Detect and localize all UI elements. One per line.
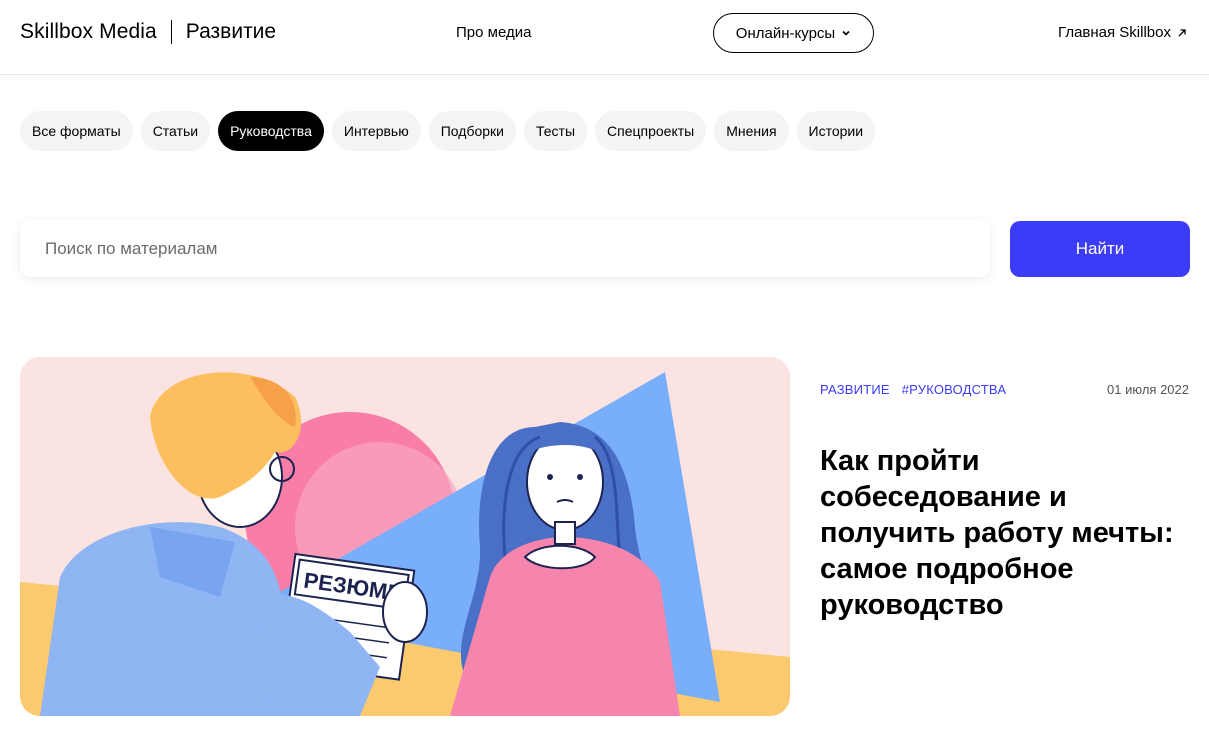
skillbox-main-link[interactable]: Главная Skillbox xyxy=(1058,24,1187,41)
search-button[interactable]: Найти xyxy=(1010,221,1190,277)
format-pill[interactable]: Мнения xyxy=(714,111,789,151)
search-box xyxy=(20,220,990,277)
chevron-down-icon xyxy=(842,30,850,36)
about-media-link[interactable]: Про медиа xyxy=(456,24,531,41)
article-date: 01 июля 2022 xyxy=(1107,382,1189,397)
format-pill[interactable]: Руководства xyxy=(218,111,324,151)
format-pill[interactable]: Интервью xyxy=(331,111,421,151)
article-title[interactable]: Как пройти собеседование и получить рабо… xyxy=(820,443,1190,623)
courses-label: Онлайн-курсы xyxy=(735,24,836,42)
format-pill[interactable]: Статьи xyxy=(140,111,211,151)
article-cover-image[interactable]: РЕЗЮМЕ xyxy=(20,357,790,716)
format-pill[interactable]: Тесты xyxy=(523,111,588,151)
brand-logo[interactable]: Skillbox Media xyxy=(20,20,157,44)
interview-illustration: РЕЗЮМЕ xyxy=(20,357,790,716)
courses-dropdown-button[interactable]: Онлайн-курсы xyxy=(713,13,874,53)
format-pill[interactable]: Подборки xyxy=(428,111,516,151)
tag-link[interactable]: РАЗВИТИЕ xyxy=(820,382,890,397)
main-link-label: Главная Skillbox xyxy=(1058,24,1171,41)
format-pill[interactable]: Истории xyxy=(796,111,876,151)
format-filter: Все форматы Статьи Руководства Интервью Подб… xyxy=(20,111,876,151)
tag-link[interactable]: #РУКОВОДСТВА xyxy=(902,382,1007,397)
format-pill[interactable]: Спецпроекты xyxy=(595,111,707,151)
search-input[interactable] xyxy=(20,220,990,277)
arrow-up-right-icon xyxy=(1178,28,1186,36)
brand-divider xyxy=(170,20,172,44)
brand[interactable]: Skillbox Media Развитие xyxy=(20,18,276,46)
article-tags: РАЗВИТИЕ #РУКОВОДСТВА xyxy=(820,382,1006,397)
format-pill[interactable]: Все форматы xyxy=(20,111,133,151)
section-name[interactable]: Развитие xyxy=(186,20,276,44)
site-header: Skillbox Media Развитие Про медиа Онлайн… xyxy=(0,0,1209,75)
